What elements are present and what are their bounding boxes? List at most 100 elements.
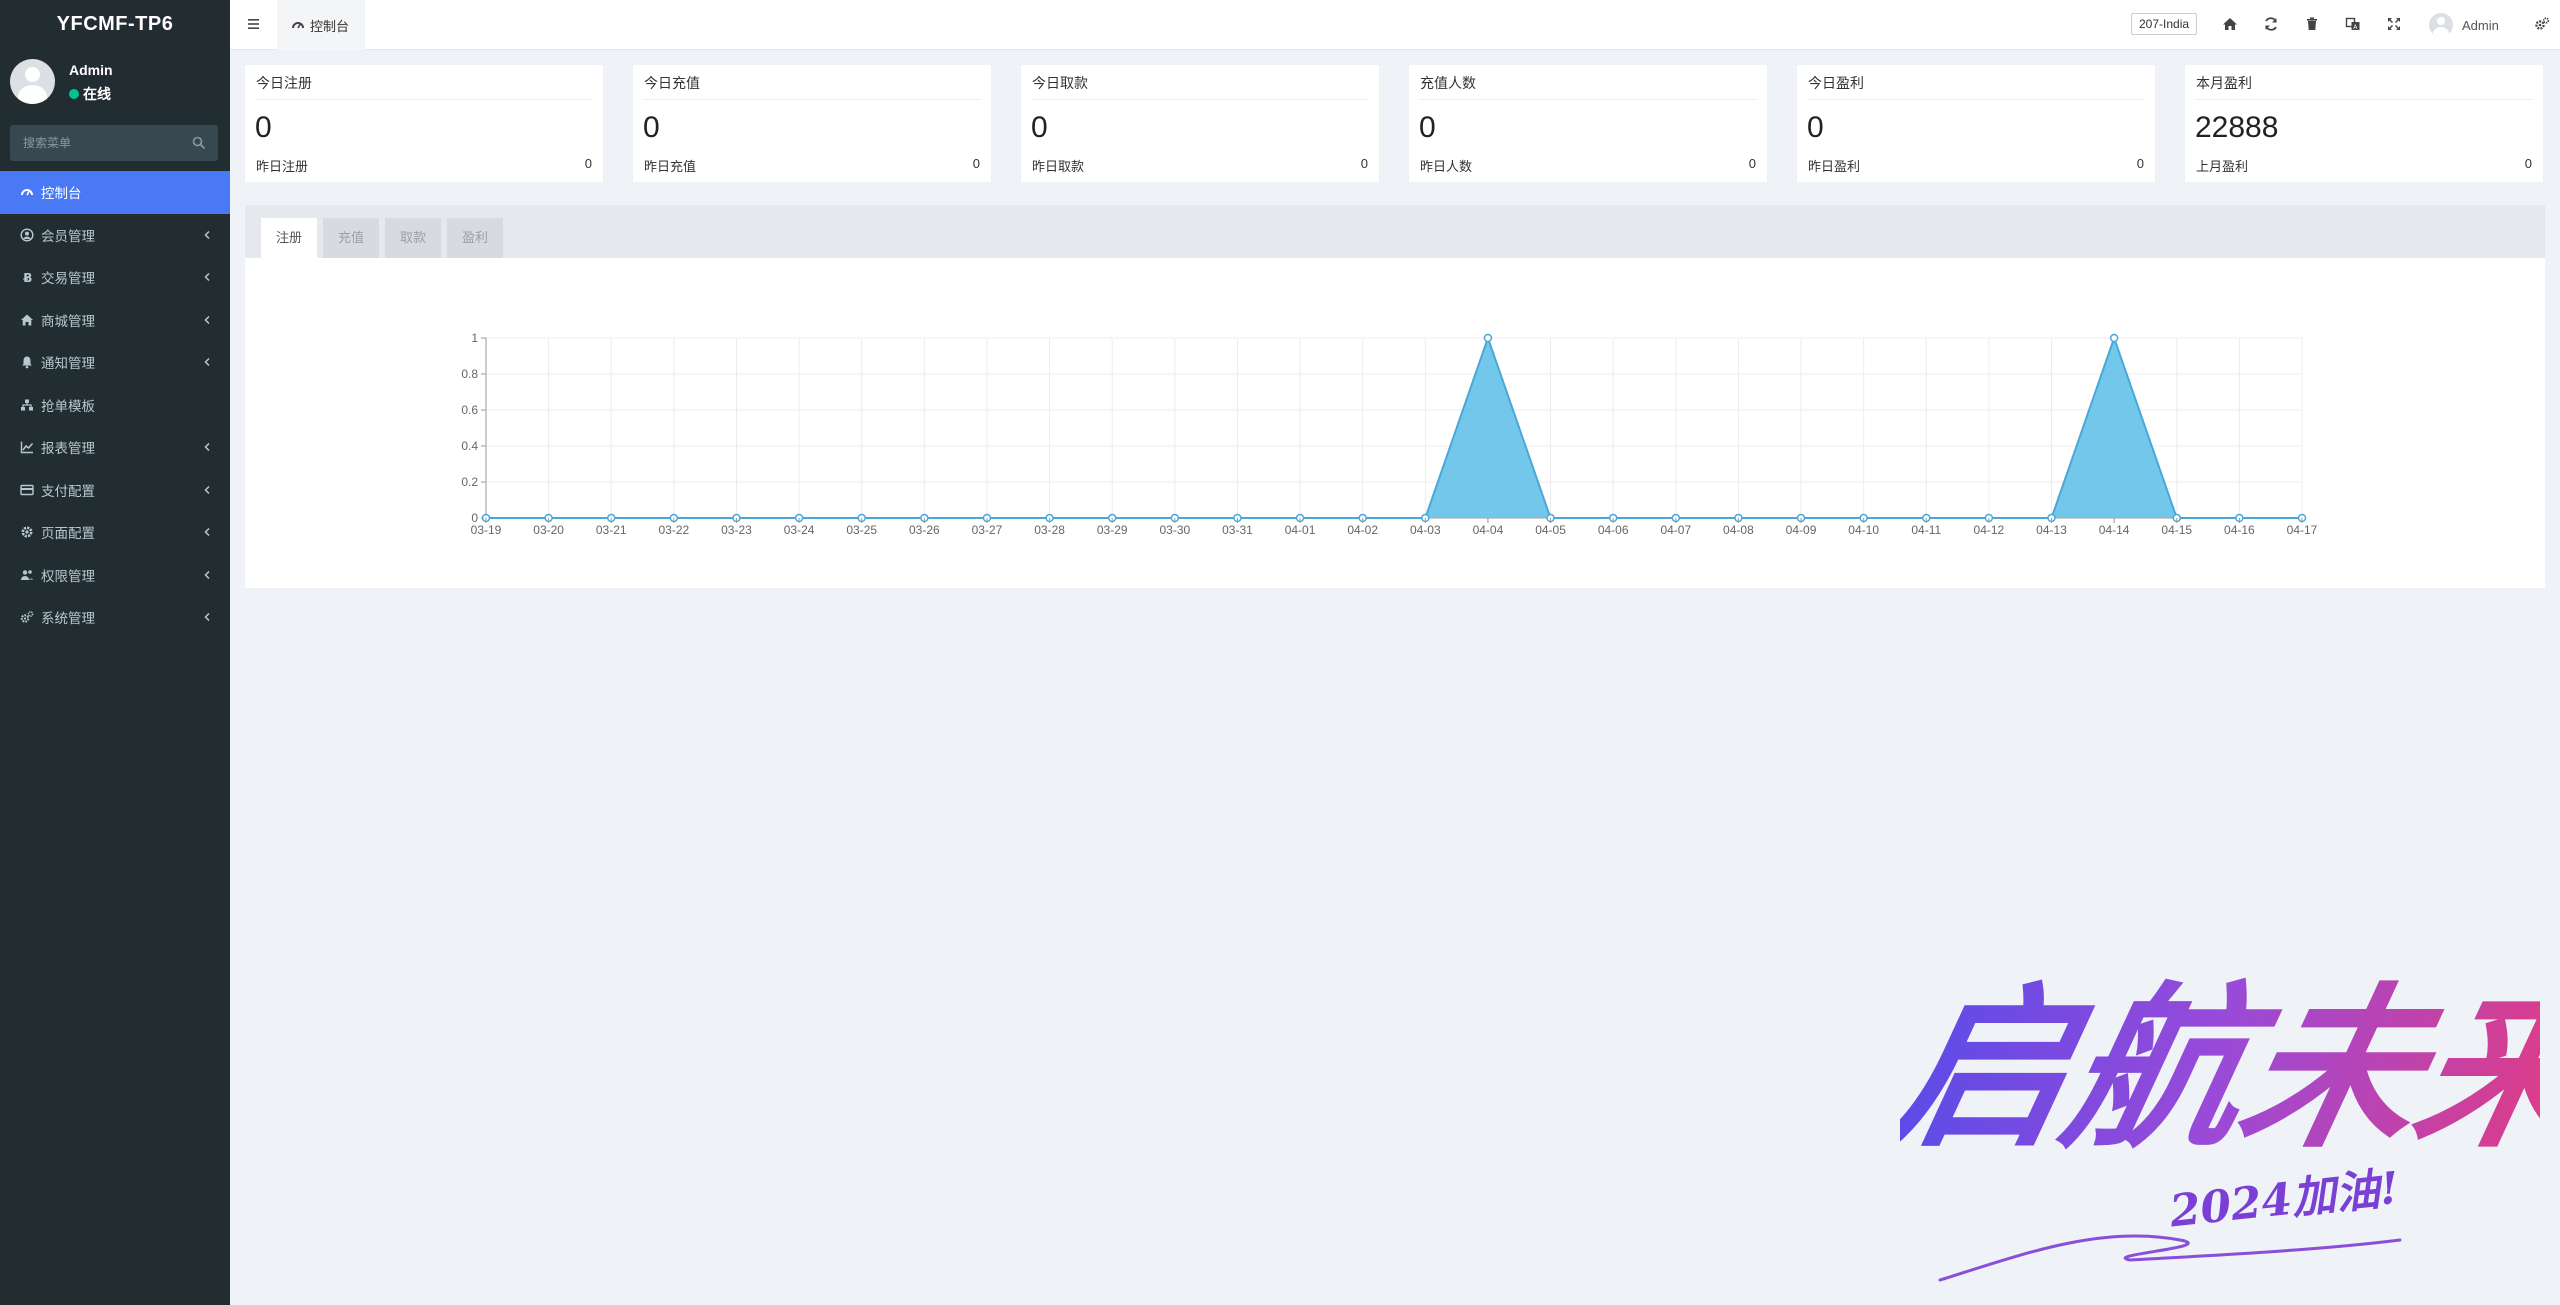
x-tick-label: 04-13 <box>2036 523 2067 537</box>
dashboard-icon <box>292 22 304 29</box>
chart-tab[interactable]: 取款 <box>385 218 441 258</box>
home-icon[interactable] <box>2222 16 2238 32</box>
data-point <box>1483 333 1493 343</box>
stat-card-value: 0 <box>255 111 272 144</box>
hamburger-menu-icon[interactable] <box>246 15 264 33</box>
chart-tab[interactable]: 盈利 <box>447 218 503 258</box>
chevron-left-icon <box>204 612 210 622</box>
stat-card: 今日取款 0 昨日取款 0 <box>1021 65 1379 182</box>
x-tick-label: 03-21 <box>596 523 627 537</box>
sidebar-item-label: 抢单模板 <box>41 398 95 414</box>
stat-card-title: 今日取款 <box>1032 75 1088 91</box>
settings-cogs-icon[interactable] <box>2534 16 2550 32</box>
stat-card-title: 今日注册 <box>256 75 312 91</box>
sidebar-item-label: 系统管理 <box>41 611 95 627</box>
y-tick-label: 0.2 <box>461 475 478 489</box>
translate-icon[interactable]: A <box>2345 16 2361 32</box>
sidebar-item-bitcoin[interactable]: Ƀ 交易管理 <box>0 256 230 299</box>
stat-card-sub-label: 昨日取款 <box>1032 159 1085 174</box>
chevron-left-icon <box>204 485 210 494</box>
sidebar-item-sitemap[interactable]: 抢单模板 <box>0 384 230 427</box>
y-tick-label: 1 <box>471 331 478 345</box>
refresh-icon[interactable] <box>2263 16 2279 32</box>
stat-card-sub-value: 0 <box>1360 156 1368 171</box>
sitemap-icon <box>21 399 33 411</box>
stat-card-title: 今日盈利 <box>1808 75 1864 91</box>
sidebar-search <box>10 125 218 161</box>
chart-tabs: 注册 充值 取款 盈利 <box>245 205 2545 258</box>
cog-icon <box>21 526 33 538</box>
series-area <box>486 338 2302 518</box>
calligraphy-watermark: 启航未来 2024加油! <box>1900 966 2540 1282</box>
x-tick-label: 04-05 <box>1535 523 1566 537</box>
server-selector[interactable]: 207-India <box>2131 13 2198 35</box>
y-tick-label: 0.8 <box>461 367 478 381</box>
sidebar-item-home[interactable]: 商城管理 <box>0 299 230 342</box>
x-tick-label: 03-26 <box>909 523 940 537</box>
y-tick-label: 0.6 <box>461 403 478 417</box>
user-name: Admin <box>69 62 113 78</box>
dashboard-icon <box>21 189 33 196</box>
trash-icon[interactable] <box>2304 16 2320 32</box>
online-status-dot-icon <box>69 89 79 99</box>
stat-card-sub-value: 0 <box>1748 156 1756 171</box>
x-tick-label: 03-30 <box>1159 523 1190 537</box>
stat-card: 今日盈利 0 昨日盈利 0 <box>1797 65 2155 182</box>
series-line <box>486 334 2302 519</box>
sidebar-item-user-circle[interactable]: 会员管理 <box>0 214 230 257</box>
stat-card-value: 0 <box>643 111 660 144</box>
admin-user-menu[interactable]: Admin <box>2429 13 2499 37</box>
sidebar-item-dashboard[interactable]: 控制台 <box>0 171 230 214</box>
registrations-chart: 00.20.40.60.8103-19 03-20 03-21 03-22 03-23 0… <box>461 331 2318 537</box>
stat-card: 本月盈利 22888 上月盈利 0 <box>2185 65 2543 182</box>
tab-dashboard[interactable]: 控制台 <box>277 0 366 50</box>
topbar: 控制台 207-India A Admin <box>230 0 2560 50</box>
x-tick-label: 04-01 <box>1285 523 1316 537</box>
stat-card-sub-label: 昨日盈利 <box>1808 159 1861 174</box>
search-icon[interactable] <box>192 136 206 150</box>
sidebar-item-users[interactable]: 权限管理 <box>0 554 230 597</box>
divider <box>1808 99 2144 100</box>
sidebar-item-cogs[interactable]: 系统管理 <box>0 596 230 639</box>
chart-tab[interactable]: 充值 <box>323 218 379 258</box>
sidebar-item-label: 权限管理 <box>41 568 95 584</box>
user-status-label: 在线 <box>83 86 111 102</box>
fullscreen-icon[interactable] <box>2386 16 2402 32</box>
bell-icon <box>22 356 32 369</box>
stat-card-sub-label: 上月盈利 <box>2196 159 2249 174</box>
chevron-left-icon <box>204 527 210 537</box>
divider <box>644 99 980 100</box>
stat-card-value: 0 <box>1419 111 1436 144</box>
x-tick-label: 04-12 <box>1974 523 2005 537</box>
admin-name: Admin <box>2462 17 2499 33</box>
sidebar-item-credit-card[interactable]: 支付配置 <box>0 469 230 512</box>
search-input[interactable] <box>10 125 218 161</box>
avatar <box>10 59 55 104</box>
divider <box>1032 99 1368 100</box>
admin-avatar <box>2429 13 2453 37</box>
x-tick-label: 03-27 <box>972 523 1003 537</box>
sidebar-item-label: 商城管理 <box>41 313 95 329</box>
chart-tab[interactable]: 注册 <box>261 218 317 258</box>
stat-card-title: 充值人数 <box>1420 75 1476 91</box>
stat-card: 充值人数 0 昨日人数 0 <box>1409 65 1767 182</box>
x-tick-label: 03-19 <box>471 523 502 537</box>
brand-logo[interactable]: YFCMF-TP6 <box>0 0 230 49</box>
sidebar-item-line-chart[interactable]: 报表管理 <box>0 426 230 469</box>
sidebar-item-label: 页面配置 <box>41 526 95 542</box>
stat-card-sub-value: 0 <box>2136 156 2144 171</box>
sidebar-item-cog[interactable]: 页面配置 <box>0 511 230 554</box>
x-tick-label: 04-17 <box>2287 523 2318 537</box>
x-tick-label: 03-24 <box>784 523 815 537</box>
x-tick-label: 04-11 <box>1911 523 1941 537</box>
divider <box>256 99 592 100</box>
stat-card-sub-value: 0 <box>2524 156 2532 171</box>
stat-card-title: 今日充值 <box>644 75 700 91</box>
x-tick-label: 03-22 <box>659 523 690 537</box>
x-tick-label: 04-15 <box>2161 523 2192 537</box>
watermark-title: 启航未来 <box>1900 966 2540 1172</box>
watermark-subtitle: 2024加油! <box>2166 1163 2401 1238</box>
sidebar-item-label: 交易管理 <box>41 271 95 287</box>
sidebar: YFCMF-TP6 Admin 在线 控制台会员管理 Ƀ 交易管理商城管理通知管理抢… <box>0 0 230 1305</box>
sidebar-item-bell[interactable]: 通知管理 <box>0 341 230 384</box>
